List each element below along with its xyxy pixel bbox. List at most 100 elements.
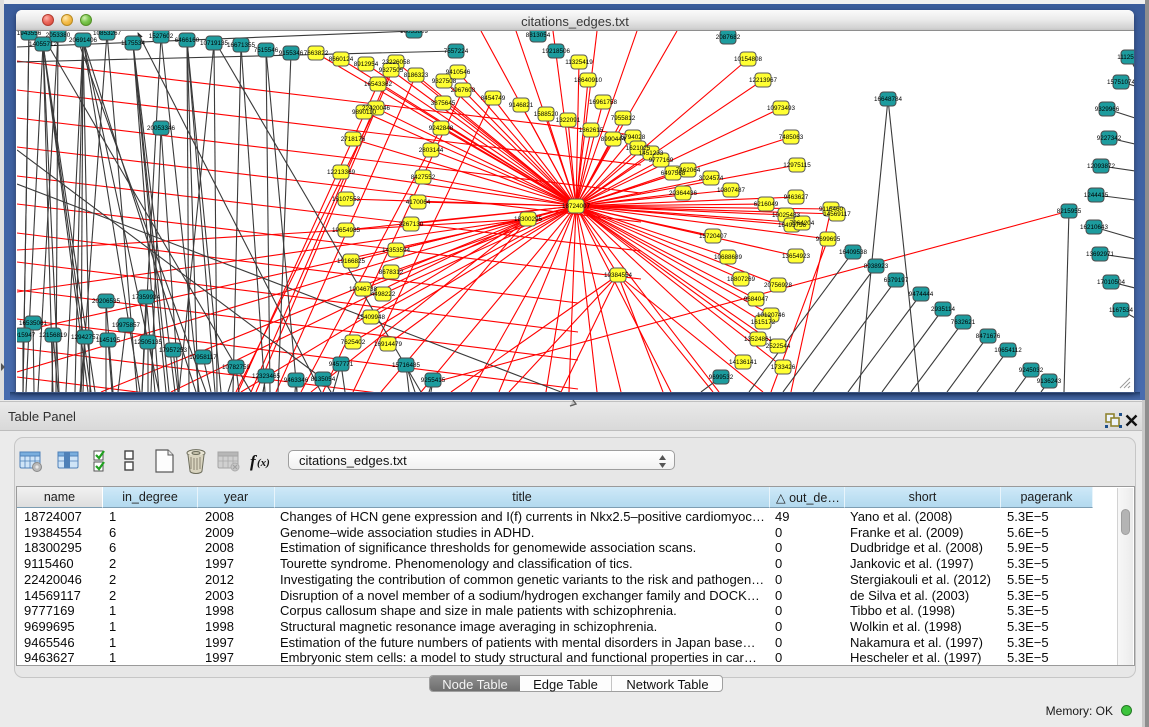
svg-text:20053346: 20053346 (147, 125, 176, 132)
svg-text:2967608: 2967608 (451, 87, 476, 94)
svg-text:7557224: 7557224 (444, 48, 469, 55)
svg-text:2935114: 2935114 (931, 306, 956, 313)
svg-text:14136141: 14136141 (729, 359, 758, 366)
svg-text:9146821: 9146821 (509, 102, 534, 109)
svg-text:6466160: 6466160 (175, 37, 200, 44)
svg-text:9463346: 9463346 (284, 377, 309, 384)
svg-text:20691406: 20691406 (69, 37, 98, 44)
svg-text:12156819: 12156819 (39, 332, 68, 339)
svg-text:2803144: 2803144 (419, 147, 444, 154)
svg-text:10782759: 10782759 (222, 364, 251, 371)
svg-text:12323465: 12323465 (252, 373, 281, 380)
svg-text:10688689: 10688689 (714, 254, 743, 261)
svg-text:6379197: 6379197 (884, 277, 909, 284)
svg-text:11325419: 11325419 (565, 59, 593, 66)
svg-text:14569117: 14569117 (823, 211, 851, 218)
svg-text:18807269: 18807269 (727, 276, 756, 283)
svg-text:10958117: 10958117 (189, 354, 217, 361)
svg-text:16914479: 16914479 (374, 341, 403, 348)
svg-text:7964204: 7964204 (790, 220, 815, 227)
svg-text:18300295: 18300295 (514, 216, 543, 223)
svg-text:20206535: 20206535 (92, 298, 121, 305)
svg-text:17957253: 17957253 (159, 347, 188, 354)
svg-text:15751074: 15751074 (1107, 79, 1135, 86)
svg-text:6794028: 6794028 (621, 134, 646, 141)
svg-text:8427552: 8427552 (411, 174, 436, 181)
svg-text:6216049: 6216049 (754, 201, 779, 208)
svg-text:16210643: 16210643 (1080, 224, 1109, 231)
svg-text:1244415: 1244415 (1084, 192, 1109, 199)
svg-text:7663822: 7663822 (304, 50, 329, 57)
svg-text:1451233: 1451233 (639, 150, 664, 157)
svg-text:12093872: 12093872 (1087, 163, 1116, 170)
svg-text:14353594: 14353594 (382, 247, 411, 254)
svg-text:3267130: 3267130 (399, 221, 424, 228)
svg-text:9136243: 9136243 (1037, 378, 1062, 385)
svg-text:8454749: 8454749 (481, 95, 506, 102)
svg-text:1145195: 1145195 (96, 337, 121, 344)
svg-text:1362615: 1362615 (579, 127, 604, 134)
svg-text:7955812: 7955812 (611, 115, 636, 122)
svg-text:19384554: 19384554 (604, 272, 633, 279)
svg-text:13524861: 13524861 (744, 336, 773, 343)
svg-text:7625402: 7625402 (341, 339, 366, 346)
svg-text:7485063: 7485063 (779, 134, 804, 141)
svg-text:10025483: 10025483 (772, 212, 801, 219)
svg-text:1615172: 1615172 (751, 319, 776, 326)
svg-text:12505135: 12505135 (134, 339, 163, 346)
svg-text:13654923: 13654923 (782, 253, 811, 260)
svg-text:19975857: 19975857 (112, 322, 141, 329)
svg-text:9329966: 9329966 (1095, 106, 1120, 113)
svg-text:8912954: 8912954 (354, 61, 379, 68)
svg-text:1175534: 1175534 (121, 40, 146, 47)
svg-text:8186323: 8186323 (404, 72, 429, 79)
svg-text:4170064: 4170064 (406, 199, 431, 206)
svg-text:9684047: 9684047 (744, 296, 769, 303)
svg-text:4498222: 4498222 (371, 291, 396, 298)
svg-text:1527602: 1527602 (149, 33, 174, 40)
svg-text:10154808: 10154808 (734, 56, 763, 63)
svg-text:9890110: 9890110 (352, 109, 377, 116)
svg-text:10853267: 10853267 (93, 31, 122, 37)
svg-text:19218506: 19218506 (542, 48, 571, 55)
svg-text:16961758: 16961758 (589, 99, 618, 106)
svg-text:8215955: 8215955 (1057, 208, 1082, 215)
svg-text:16107553: 16107553 (332, 196, 361, 203)
svg-text:16409538: 16409538 (839, 249, 868, 256)
svg-text:10120746: 10120746 (757, 312, 786, 319)
svg-text:1733426: 1733426 (771, 364, 796, 371)
svg-text:1167534: 1167534 (1109, 307, 1134, 314)
svg-text:2087682: 2087682 (716, 34, 741, 41)
svg-text:19166825: 19166825 (337, 258, 366, 265)
svg-text:9474444: 9474444 (909, 291, 934, 298)
svg-text:(x): (x) (257, 457, 270, 469)
svg-text:15409948: 15409948 (357, 314, 386, 321)
svg-text:16033809: 16033809 (400, 31, 429, 35)
svg-text:16543362: 16543362 (364, 81, 393, 88)
svg-text:12213967: 12213967 (749, 77, 778, 84)
svg-text:8678312: 8678312 (379, 269, 404, 276)
svg-text:2718176: 2718176 (341, 136, 366, 143)
svg-text:1943556: 1943556 (17, 31, 42, 37)
svg-text:16535061: 16535061 (19, 320, 48, 327)
svg-text:7515546: 7515546 (254, 47, 279, 54)
svg-text:20756928: 20756928 (764, 282, 793, 289)
svg-text:9327508: 9327508 (432, 78, 457, 85)
svg-text:12975115: 12975115 (783, 162, 811, 169)
svg-text:8813054: 8813054 (526, 32, 551, 39)
svg-text:9699532: 9699532 (709, 374, 734, 381)
svg-text:23226058: 23226058 (382, 59, 411, 66)
svg-text:9245032: 9245032 (1019, 367, 1044, 374)
svg-text:10973493: 10973493 (767, 105, 796, 112)
svg-text:10719135: 10719135 (200, 40, 229, 47)
svg-text:1112557: 1112557 (1117, 54, 1135, 61)
svg-text:14055712: 14055712 (29, 41, 58, 48)
svg-text:20364436: 20364436 (669, 190, 698, 197)
svg-text:9463627: 9463627 (784, 194, 809, 201)
svg-text:9242848: 9242848 (429, 125, 454, 132)
svg-text:15720407: 15720407 (699, 233, 728, 240)
svg-text:19654985: 19654985 (332, 227, 361, 234)
svg-text:12213369: 12213369 (327, 169, 356, 176)
svg-text:18724007: 18724007 (562, 203, 591, 210)
svg-text:3875645: 3875645 (431, 100, 456, 107)
